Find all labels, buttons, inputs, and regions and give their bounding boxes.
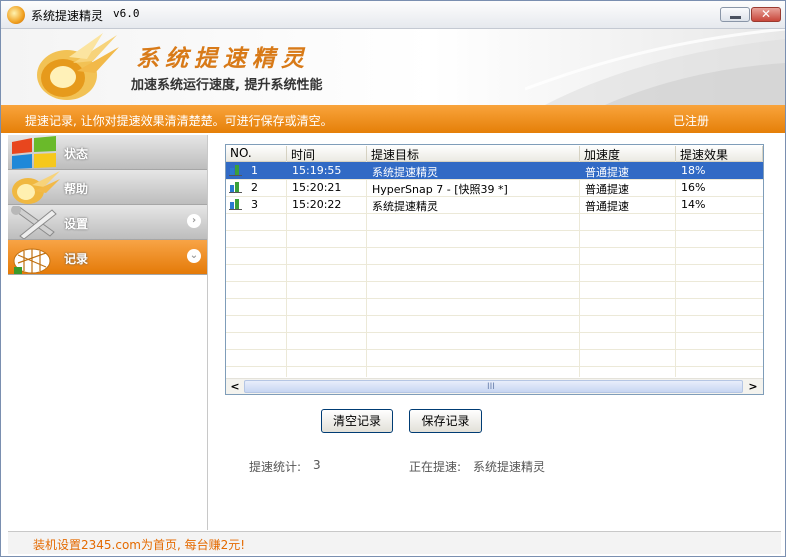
cell-target: HyperSnap 7 - [快照39 *] bbox=[372, 183, 508, 196]
brand-title: 系统提速精灵 bbox=[136, 45, 310, 72]
column-header-speed[interactable]: 加速度 bbox=[580, 146, 676, 162]
scroll-grip-icon: III bbox=[487, 382, 495, 392]
cell-time: 15:20:22 bbox=[292, 198, 342, 211]
table-row-empty bbox=[226, 281, 763, 299]
sidebar-item-records[interactable]: 记录 ⌄ bbox=[8, 240, 207, 275]
save-records-button[interactable]: 保存记录 bbox=[409, 409, 482, 433]
cell-target: 系统提速精灵 bbox=[372, 200, 438, 213]
cell-effect: 16% bbox=[681, 181, 706, 194]
column-header-target[interactable]: 提速目标 bbox=[367, 146, 580, 162]
column-header-no[interactable]: NO. bbox=[226, 146, 287, 161]
table-row-empty bbox=[226, 349, 763, 367]
scroll-left-button[interactable]: < bbox=[227, 380, 243, 394]
sidebar: 状态 帮助 设置 › 记录 ⌄ bbox=[8, 135, 208, 530]
window-title: 系统提速精灵 bbox=[31, 9, 104, 23]
banner-text: 提速记录, 让你对提速效果清清楚楚。可进行保存或清空。 bbox=[25, 114, 333, 128]
app-header: 系统提速精灵 加速系统运行速度, 提升系统性能 bbox=[1, 29, 785, 105]
boost-count-value: 3 bbox=[313, 458, 321, 472]
cell-no: 3 bbox=[251, 198, 258, 211]
sidebar-item-label: 帮助 bbox=[64, 182, 89, 196]
cell-time: 15:20:21 bbox=[292, 181, 342, 194]
table-row[interactable]: 1 15:19:55 系统提速精灵 普通提速 18% bbox=[226, 162, 763, 180]
brand-subtitle: 加速系统运行速度, 提升系统性能 bbox=[131, 78, 323, 93]
table-row-empty bbox=[226, 230, 763, 248]
column-header-time[interactable]: 时间 bbox=[287, 146, 367, 162]
cell-speed: 普通提速 bbox=[585, 183, 629, 196]
record-icon bbox=[229, 182, 242, 193]
table-row[interactable]: 2 15:20:21 HyperSnap 7 - [快照39 *] 普通提速 1… bbox=[226, 179, 763, 197]
chevron-right-icon[interactable]: › bbox=[187, 214, 201, 228]
records-table[interactable]: NO. 时间 提速目标 加速度 提速效果 1 15:19:55 系统提速精灵 普… bbox=[225, 144, 764, 395]
net-record-icon bbox=[13, 248, 51, 274]
table-row-empty bbox=[226, 213, 763, 231]
table-row-empty bbox=[226, 247, 763, 265]
column-header-effect[interactable]: 提速效果 bbox=[676, 146, 763, 162]
table-row-empty bbox=[226, 298, 763, 316]
minimize-button[interactable] bbox=[720, 7, 750, 22]
record-icon bbox=[229, 165, 242, 176]
table-row-empty bbox=[226, 332, 763, 350]
close-button[interactable] bbox=[751, 7, 781, 22]
cell-speed: 普通提速 bbox=[585, 166, 629, 179]
cell-speed: 普通提速 bbox=[585, 200, 629, 213]
table-header: NO. 时间 提速目标 加速度 提速效果 bbox=[226, 145, 763, 162]
flame-logo-icon bbox=[37, 33, 119, 100]
horizontal-scrollbar[interactable]: < III > bbox=[226, 378, 763, 394]
table-row-empty bbox=[226, 264, 763, 282]
sidebar-item-label: 设置 bbox=[64, 217, 89, 231]
sidebar-item-label: 记录 bbox=[64, 252, 89, 266]
current-boost-value: 系统提速精灵 bbox=[473, 460, 546, 474]
cell-effect: 14% bbox=[681, 198, 706, 211]
registration-status: 已注册 bbox=[673, 114, 710, 128]
footer: 装机设置2345.com为首页, 每台赚2元! bbox=[8, 531, 781, 554]
clear-records-button[interactable]: 清空记录 bbox=[321, 409, 393, 433]
table-row[interactable]: 3 15:20:22 系统提速精灵 普通提速 14% bbox=[226, 196, 763, 214]
flame-icon bbox=[12, 171, 60, 204]
wrench-screwdriver-icon bbox=[11, 206, 57, 239]
app-window: 系统提速精灵 v6.0 系统提速精灵 加速系统运行速度, 提升系统性能 提速记录… bbox=[0, 0, 786, 557]
cell-target: 系统提速精灵 bbox=[372, 166, 438, 179]
sidebar-item-settings[interactable]: 设置 › bbox=[8, 205, 207, 240]
boost-count-label: 提速统计: bbox=[249, 460, 302, 474]
table-row-empty bbox=[226, 315, 763, 333]
window-version: v6.0 bbox=[113, 7, 140, 20]
app-icon bbox=[7, 6, 25, 24]
cell-effect: 18% bbox=[681, 164, 706, 177]
current-boost-label: 正在提速: bbox=[409, 460, 462, 474]
cell-no: 1 bbox=[251, 164, 258, 177]
sidebar-item-status[interactable]: 状态 bbox=[8, 135, 207, 170]
chevron-down-icon[interactable]: ⌄ bbox=[187, 249, 201, 263]
header-decoration bbox=[525, 29, 785, 105]
scroll-thumb[interactable]: III bbox=[244, 380, 743, 393]
scroll-right-button[interactable]: > bbox=[745, 380, 761, 394]
record-icon bbox=[229, 199, 242, 210]
cell-no: 2 bbox=[251, 181, 258, 194]
homepage-promo-link[interactable]: 装机设置2345.com为首页, 每台赚2元! bbox=[33, 536, 245, 553]
title-bar[interactable]: 系统提速精灵 v6.0 bbox=[1, 1, 785, 29]
cell-time: 15:19:55 bbox=[292, 164, 342, 177]
info-banner: 提速记录, 让你对提速效果清清楚楚。可进行保存或清空。 已注册 bbox=[1, 105, 785, 133]
sidebar-item-help[interactable]: 帮助 bbox=[8, 170, 207, 205]
windows-flag-icon bbox=[12, 136, 56, 169]
sidebar-item-label: 状态 bbox=[64, 147, 89, 161]
